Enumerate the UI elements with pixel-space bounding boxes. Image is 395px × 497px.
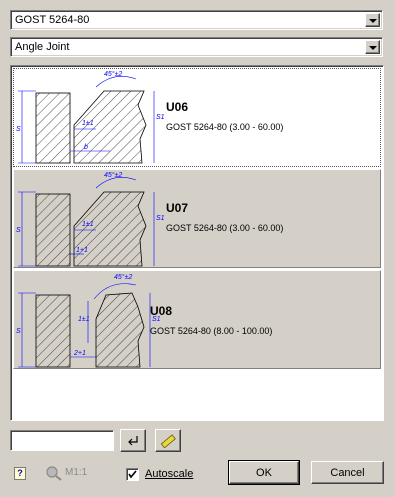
dim-s1: S1 xyxy=(156,114,164,121)
dim-gap: 1±1 xyxy=(78,316,90,323)
apply-button[interactable] xyxy=(120,429,146,452)
autoscale-checkbox[interactable] xyxy=(126,468,139,481)
autoscale-label[interactable]: Autoscale xyxy=(145,468,193,480)
standard-dropdown[interactable]: GOST 5264-80 xyxy=(10,10,383,30)
measure-button[interactable] xyxy=(155,429,181,452)
zoom-indicator: M1:1 xyxy=(45,465,95,481)
magnifier-icon xyxy=(46,466,62,481)
joint-item-u07[interactable]: S 1±1 1+1 S1 45°±2 U07 GOST 5264-80 (3.0… xyxy=(13,169,381,268)
joint-type-dropdown[interactable]: Angle Joint xyxy=(10,37,383,57)
help-icon[interactable]: ? xyxy=(14,467,26,480)
joint-code: U08 xyxy=(150,304,173,318)
chevron-down-icon[interactable] xyxy=(365,13,380,27)
checkmark-icon xyxy=(128,470,137,479)
ruler-icon xyxy=(156,430,180,451)
enter-arrow-icon xyxy=(121,430,145,451)
ok-button[interactable]: OK xyxy=(228,460,300,485)
dim-angle: 45°±2 xyxy=(104,70,122,78)
dim-b: 1+1 xyxy=(76,247,88,254)
joint-item-u08[interactable]: S 1±1 2+1 S1 45°±2 U08 GOST 5264-80 (8.0… xyxy=(13,270,381,369)
dim-b: 2+1 xyxy=(73,350,86,357)
dim-gap: 1±1 xyxy=(82,221,94,228)
joint-type-dropdown-value: Angle Joint xyxy=(15,41,70,53)
joint-standard: GOST 5264-80 (3.00 - 60.00) xyxy=(166,122,284,132)
dim-s1: S1 xyxy=(156,215,164,222)
value-input[interactable] xyxy=(10,430,114,451)
dim-s: S xyxy=(16,126,21,133)
joint-drawing: S 1±1 2+1 S1 45°±2 xyxy=(16,273,161,368)
zoom-label: M1:1 xyxy=(65,467,88,478)
dim-b: b xyxy=(84,144,88,151)
joint-code: U06 xyxy=(166,100,189,114)
cancel-button[interactable]: Cancel xyxy=(311,461,384,484)
joint-list[interactable]: S 1±1 b S1 45°±2 U06 GOST 5264-80 (3.00 … xyxy=(10,65,384,421)
joint-item-u06[interactable]: S 1±1 b S1 45°±2 U06 GOST 5264-80 (3.00 … xyxy=(13,68,381,167)
dim-angle: 45°±2 xyxy=(114,273,132,281)
chevron-down-icon[interactable] xyxy=(365,40,380,54)
joint-drawing: S 1±1 b S1 45°±2 xyxy=(16,70,164,164)
dim-s: S xyxy=(16,328,21,335)
standard-dropdown-value: GOST 5264-80 xyxy=(15,14,90,26)
dim-s: S xyxy=(16,227,21,234)
dim-gap: 1±1 xyxy=(82,120,94,127)
dim-angle: 45°±2 xyxy=(104,171,122,179)
joint-drawing: S 1±1 1+1 S1 45°±2 xyxy=(16,171,164,267)
joint-standard: GOST 5264-80 (8.00 - 100.00) xyxy=(150,326,273,336)
joint-standard: GOST 5264-80 (3.00 - 60.00) xyxy=(166,223,284,233)
joint-code: U07 xyxy=(166,201,189,215)
